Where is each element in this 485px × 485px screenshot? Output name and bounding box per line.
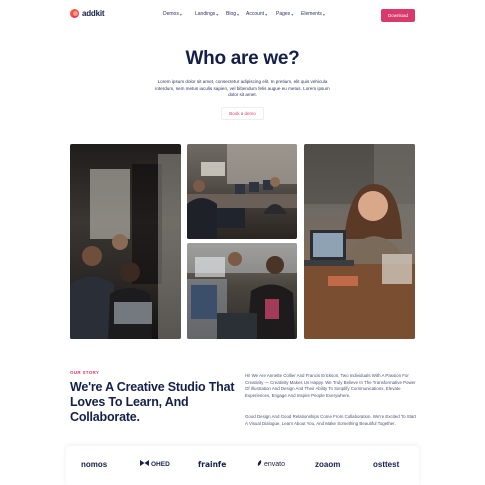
logo-icon xyxy=(70,9,79,18)
team-photo-4 xyxy=(304,144,415,339)
client-logo-text: envato xyxy=(264,460,286,468)
top-navbar: addkit Demos ▾ Landings ▾ Blog ▾ Account ▾ P… xyxy=(0,0,485,30)
team-photo-2-illustration xyxy=(187,144,297,239)
nav-item-demos[interactable]: Demos ▾ xyxy=(163,11,195,17)
nav-item-label: Blog xyxy=(226,11,237,17)
team-photo-3-illustration xyxy=(187,243,297,339)
client-logos-strip xyxy=(66,446,419,485)
nav-item-label: Pages xyxy=(276,11,291,17)
nav-item-label: Account xyxy=(246,11,265,17)
nav-item-account[interactable]: Account ▾ xyxy=(246,11,276,17)
chevron-down-icon: ▾ xyxy=(216,11,219,17)
team-photo-3 xyxy=(187,243,297,339)
client-logo-text: OHED xyxy=(151,460,170,468)
story-paragraph-2: Good Design And Good Relationships Come … xyxy=(245,414,417,426)
chevron-down-icon: ▾ xyxy=(291,11,294,17)
client-logo-frainfe: frainfe xyxy=(198,460,226,469)
team-photo-1-illustration xyxy=(70,154,181,339)
hero-description: Lorem ipsum dolor sit amet, consectetur … xyxy=(155,79,330,97)
client-logo-text: osttest xyxy=(373,460,400,469)
story-paragraph-1: Hi! We Are Annette Collier And Francis E… xyxy=(245,373,416,398)
nav-item-label: Elements xyxy=(301,11,322,17)
download-button[interactable]: Download xyxy=(381,9,415,22)
team-photo-4-illustration xyxy=(304,144,415,339)
brand-logo[interactable]: addkit xyxy=(70,9,105,18)
client-logo-zoaom: zoaom xyxy=(315,460,340,469)
client-logo-text: frainfe xyxy=(198,460,227,469)
brand-name: addkit xyxy=(82,9,105,18)
chevron-down-icon: ▾ xyxy=(265,11,268,17)
chevron-down-icon: ▾ xyxy=(179,11,182,17)
section-label: OUR STORY xyxy=(70,370,100,375)
nav-item-landings[interactable]: Landings ▾ xyxy=(195,11,226,17)
book-demo-button[interactable]: Book a demo xyxy=(221,107,264,120)
story-heading: We're A Creative Studio That Loves To Le… xyxy=(70,380,235,424)
team-photo-2 xyxy=(187,144,297,239)
bowtie-icon xyxy=(140,460,149,468)
nav-item-label: Landings xyxy=(195,11,216,17)
nav-item-blog[interactable]: Blog ▾ xyxy=(226,11,246,17)
nav-item-label: Demos xyxy=(163,11,179,17)
chevron-down-icon: ▾ xyxy=(237,11,240,17)
page-title: Who are we? xyxy=(185,48,300,69)
nav-item-pages[interactable]: Pages ▾ xyxy=(276,11,301,17)
leaf-icon xyxy=(257,460,262,468)
client-logo-text: zoaom xyxy=(315,460,341,469)
main-menu: Demos ▾ Landings ▾ Blog ▾ Account ▾ Pages ▾ E… xyxy=(163,11,331,17)
client-logo-text: nomos xyxy=(81,460,108,469)
client-logo-osttest: osttest xyxy=(373,460,399,469)
client-logo-envato: envato xyxy=(257,460,285,468)
client-logo-nomos: nomos xyxy=(81,460,107,469)
chevron-down-icon: ▾ xyxy=(322,11,325,17)
team-photo-1 xyxy=(70,144,181,339)
client-logo-ohed: OHED xyxy=(140,460,170,468)
nav-item-elements[interactable]: Elements ▾ xyxy=(301,11,331,17)
